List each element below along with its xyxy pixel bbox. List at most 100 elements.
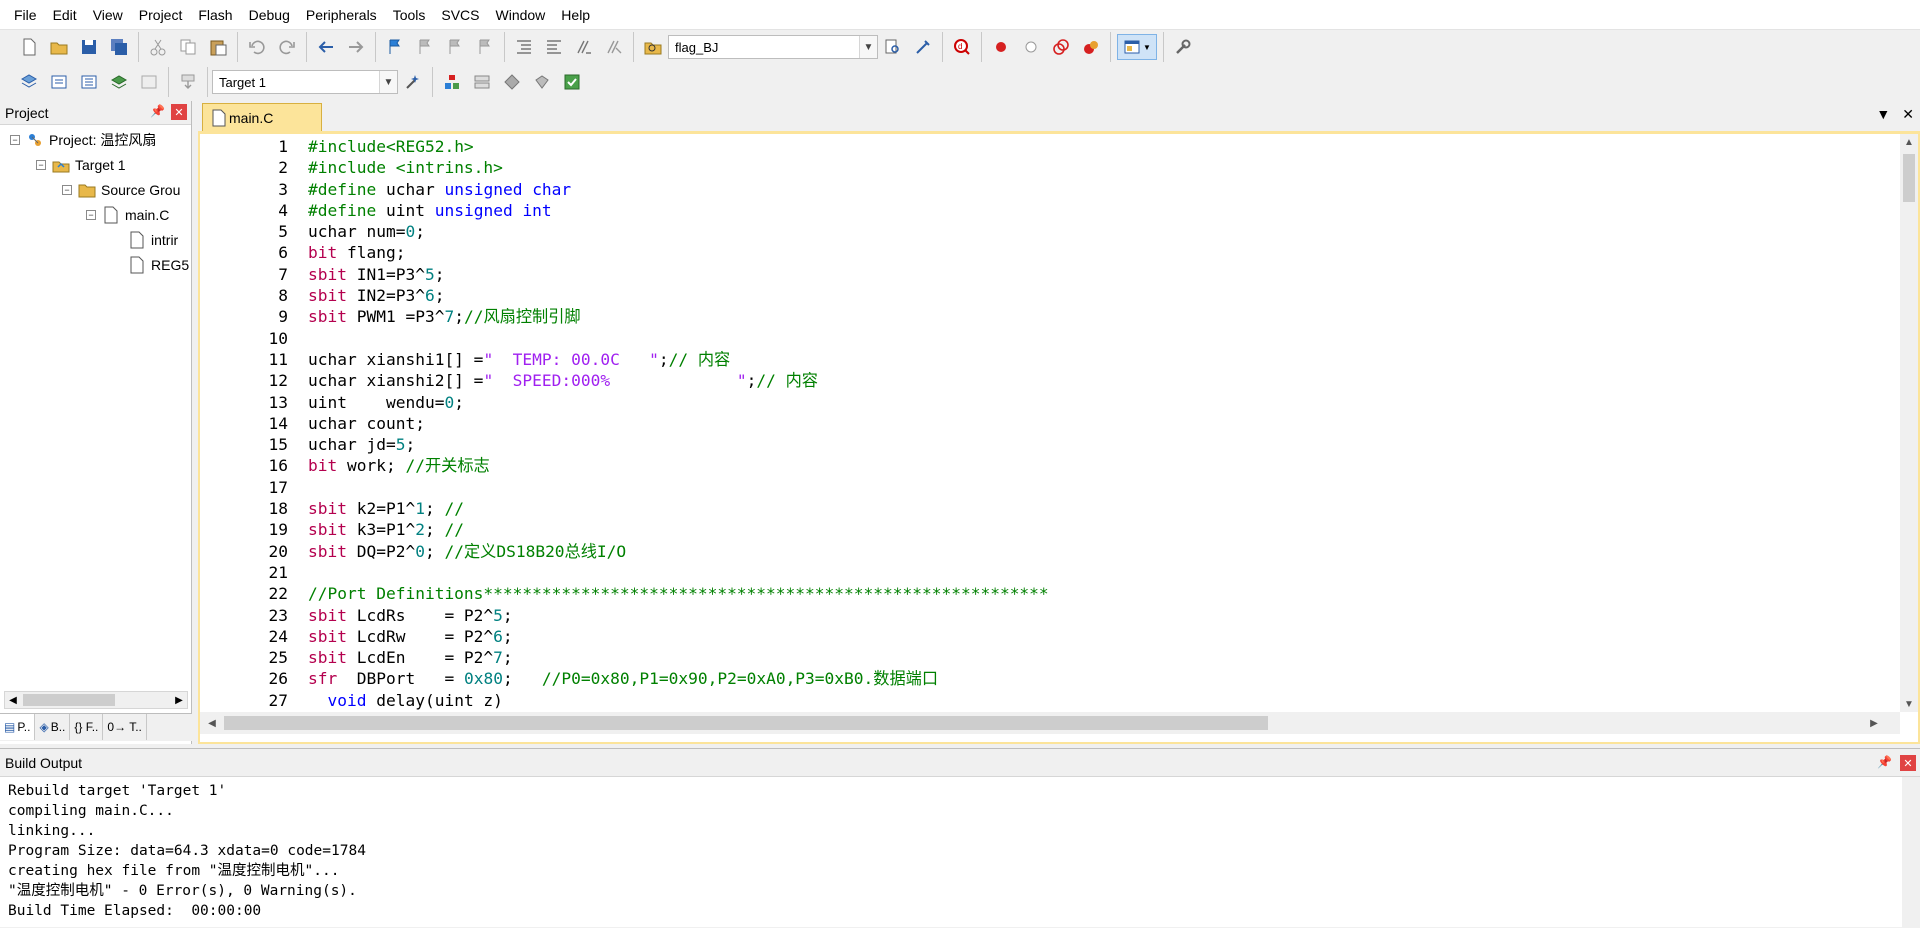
menu-flash[interactable]: Flash <box>190 0 240 30</box>
download-icon[interactable] <box>175 69 201 95</box>
clear-bookmarks-icon[interactable] <box>472 34 498 60</box>
find-icon[interactable] <box>880 34 906 60</box>
tab-main-c[interactable]: main.C <box>202 103 322 131</box>
scroll-left-icon[interactable]: ◀ <box>204 715 220 731</box>
start-debug-icon[interactable]: d <box>949 34 975 60</box>
chevron-down-icon[interactable]: ▼ <box>859 36 877 58</box>
menu-svcs[interactable]: SVCS <box>433 0 487 30</box>
scroll-right-icon[interactable]: ▶ <box>171 692 187 708</box>
code-line[interactable]: 6 bit flang; <box>200 242 1890 263</box>
build-icon[interactable] <box>46 69 72 95</box>
code-line[interactable]: 17 <box>200 477 1890 498</box>
batch-build-icon[interactable] <box>106 69 132 95</box>
undo-icon[interactable] <box>244 34 270 60</box>
close-editor-icon[interactable]: ✕ <box>1902 106 1914 123</box>
code-line[interactable]: 14 uchar count; <box>200 413 1890 434</box>
code-text[interactable]: bit work; //开关标志 <box>308 455 490 476</box>
enable-breakpoint-icon[interactable] <box>1018 34 1044 60</box>
stop-build-icon[interactable] <box>136 69 162 95</box>
code-line[interactable]: 27 void delay(uint z) <box>200 690 1890 710</box>
disable-all-breakpoints-icon[interactable] <box>1048 34 1074 60</box>
code-line[interactable]: 15 uchar jd=5; <box>200 434 1890 455</box>
code-editor[interactable]: 1 #include<REG52.h> 2 #include <intrins.h> 3… <box>198 131 1920 744</box>
code-line[interactable]: 26 sfr DBPort = 0x80; //P0=0x80,P1=0x90,P… <box>200 668 1890 689</box>
tree-item-intrins-h[interactable]: intrir <box>128 229 178 251</box>
code-text[interactable]: #define uchar unsigned char <box>308 179 571 200</box>
pin-icon[interactable]: 📌 <box>1877 755 1892 771</box>
code-line[interactable]: 19 sbit k3=P1^2; // <box>200 519 1890 540</box>
code-text[interactable]: sbit IN2=P3^6; <box>308 285 444 306</box>
close-icon[interactable]: ✕ <box>171 104 187 120</box>
code-text[interactable]: sbit LcdRw = P2^6; <box>308 626 513 647</box>
kill-all-breakpoints-icon[interactable] <box>1078 34 1104 60</box>
menu-peripherals[interactable]: Peripherals <box>298 0 385 30</box>
collapse-icon[interactable]: − <box>62 185 72 195</box>
collapse-icon[interactable]: − <box>10 135 20 145</box>
run-time-environment-icon[interactable] <box>559 69 585 95</box>
menu-file[interactable]: File <box>6 0 45 30</box>
code-line[interactable]: 5 uchar num=0; <box>200 221 1890 242</box>
code-text[interactable]: uint wendu=0; <box>308 392 464 413</box>
code-line[interactable]: 20 sbit DQ=P2^0; //定义DS18B20总线I/O <box>200 541 1890 562</box>
tab-functions[interactable]: {} F.. <box>70 714 104 740</box>
project-horizontal-scrollbar[interactable]: ◀ ▶ <box>4 691 188 709</box>
editor-horizontal-scrollbar[interactable]: ◀ ▶ <box>200 712 1900 734</box>
scroll-down-icon[interactable]: ▼ <box>1900 696 1918 712</box>
cut-icon[interactable] <box>145 34 171 60</box>
code-text[interactable]: sbit IN1=P3^5; <box>308 264 444 285</box>
navigate-back-icon[interactable] <box>313 34 339 60</box>
code-line[interactable]: 2 #include <intrins.h> <box>200 157 1890 178</box>
code-line[interactable]: 12 uchar xianshi2[] =" SPEED:000% ";// 内容 <box>200 370 1890 391</box>
window-layout-icon[interactable]: ▼ <box>1117 34 1157 60</box>
find-in-files-icon[interactable] <box>640 34 666 60</box>
code-text[interactable]: //Port Definitions**********************… <box>308 583 1049 604</box>
incremental-find-icon[interactable] <box>910 34 936 60</box>
pack-installer-icon[interactable] <box>529 69 555 95</box>
tree-item-target[interactable]: − Target 1 <box>36 154 126 176</box>
tree-item-source-group[interactable]: − Source Grou <box>62 179 180 201</box>
insert-breakpoint-icon[interactable] <box>988 34 1014 60</box>
code-text[interactable]: sfr DBPort = 0x80; //P0=0x80,P1=0x90,P2=… <box>308 668 938 689</box>
code-line[interactable]: 3 #define uchar unsigned char <box>200 179 1890 200</box>
code-text[interactable]: uchar xianshi1[] =" TEMP: 00.0C ";// 内容 <box>308 349 730 370</box>
menu-debug[interactable]: Debug <box>241 0 298 30</box>
copy-icon[interactable] <box>175 34 201 60</box>
code-text[interactable]: void delay(uint z) <box>308 690 503 710</box>
target-combo[interactable]: Target 1 ▼ <box>212 70 398 94</box>
code-text[interactable]: sbit DQ=P2^0; //定义DS18B20总线I/O <box>308 541 626 562</box>
translate-icon[interactable] <box>16 69 42 95</box>
editor-vertical-scrollbar[interactable]: ▲ ▼ <box>1900 134 1918 712</box>
code-text[interactable]: uchar jd=5; <box>308 434 415 455</box>
file-extensions-icon[interactable] <box>469 69 495 95</box>
navigate-forward-icon[interactable] <box>343 34 369 60</box>
close-icon[interactable]: ✕ <box>1900 755 1916 771</box>
unindent-icon[interactable] <box>541 34 567 60</box>
menu-tools[interactable]: Tools <box>385 0 434 30</box>
rebuild-icon[interactable] <box>76 69 102 95</box>
scrollbar-thumb[interactable] <box>224 716 1268 730</box>
code-line[interactable]: 24 sbit LcdRw = P2^6; <box>200 626 1890 647</box>
new-file-icon[interactable] <box>16 34 42 60</box>
scroll-right-icon[interactable]: ▶ <box>1866 715 1882 731</box>
prev-bookmark-icon[interactable] <box>412 34 438 60</box>
save-all-icon[interactable] <box>106 34 132 60</box>
code-line[interactable]: 21 <box>200 562 1890 583</box>
code-text[interactable]: #define uint unsigned int <box>308 200 552 221</box>
tab-books[interactable]: ◈ B.. <box>35 714 71 740</box>
collapse-icon[interactable]: − <box>86 210 96 220</box>
tab-project[interactable]: ▤ P.. <box>0 714 36 740</box>
code-line[interactable]: 22 //Port Definitions********************… <box>200 583 1890 604</box>
code-line[interactable]: 25 sbit LcdEn = P2^7; <box>200 647 1890 668</box>
collapse-icon[interactable]: − <box>36 160 46 170</box>
code-line[interactable]: 11 uchar xianshi1[] =" TEMP: 00.0C ";// 内… <box>200 349 1890 370</box>
menu-view[interactable]: View <box>85 0 131 30</box>
pin-icon[interactable]: 📌 <box>150 104 165 120</box>
code-text[interactable]: sbit PWM1 =P3^7;//风扇控制引脚 <box>308 306 581 327</box>
tree-item-main-c[interactable]: − main.C <box>86 204 169 226</box>
bookmark-icon[interactable] <box>382 34 408 60</box>
project-items-icon[interactable] <box>439 69 465 95</box>
uncomment-icon[interactable] <box>601 34 627 60</box>
open-folder-icon[interactable] <box>46 34 72 60</box>
menu-edit[interactable]: Edit <box>45 0 85 30</box>
tree-item-reg52-h[interactable]: REG5 <box>128 254 189 276</box>
